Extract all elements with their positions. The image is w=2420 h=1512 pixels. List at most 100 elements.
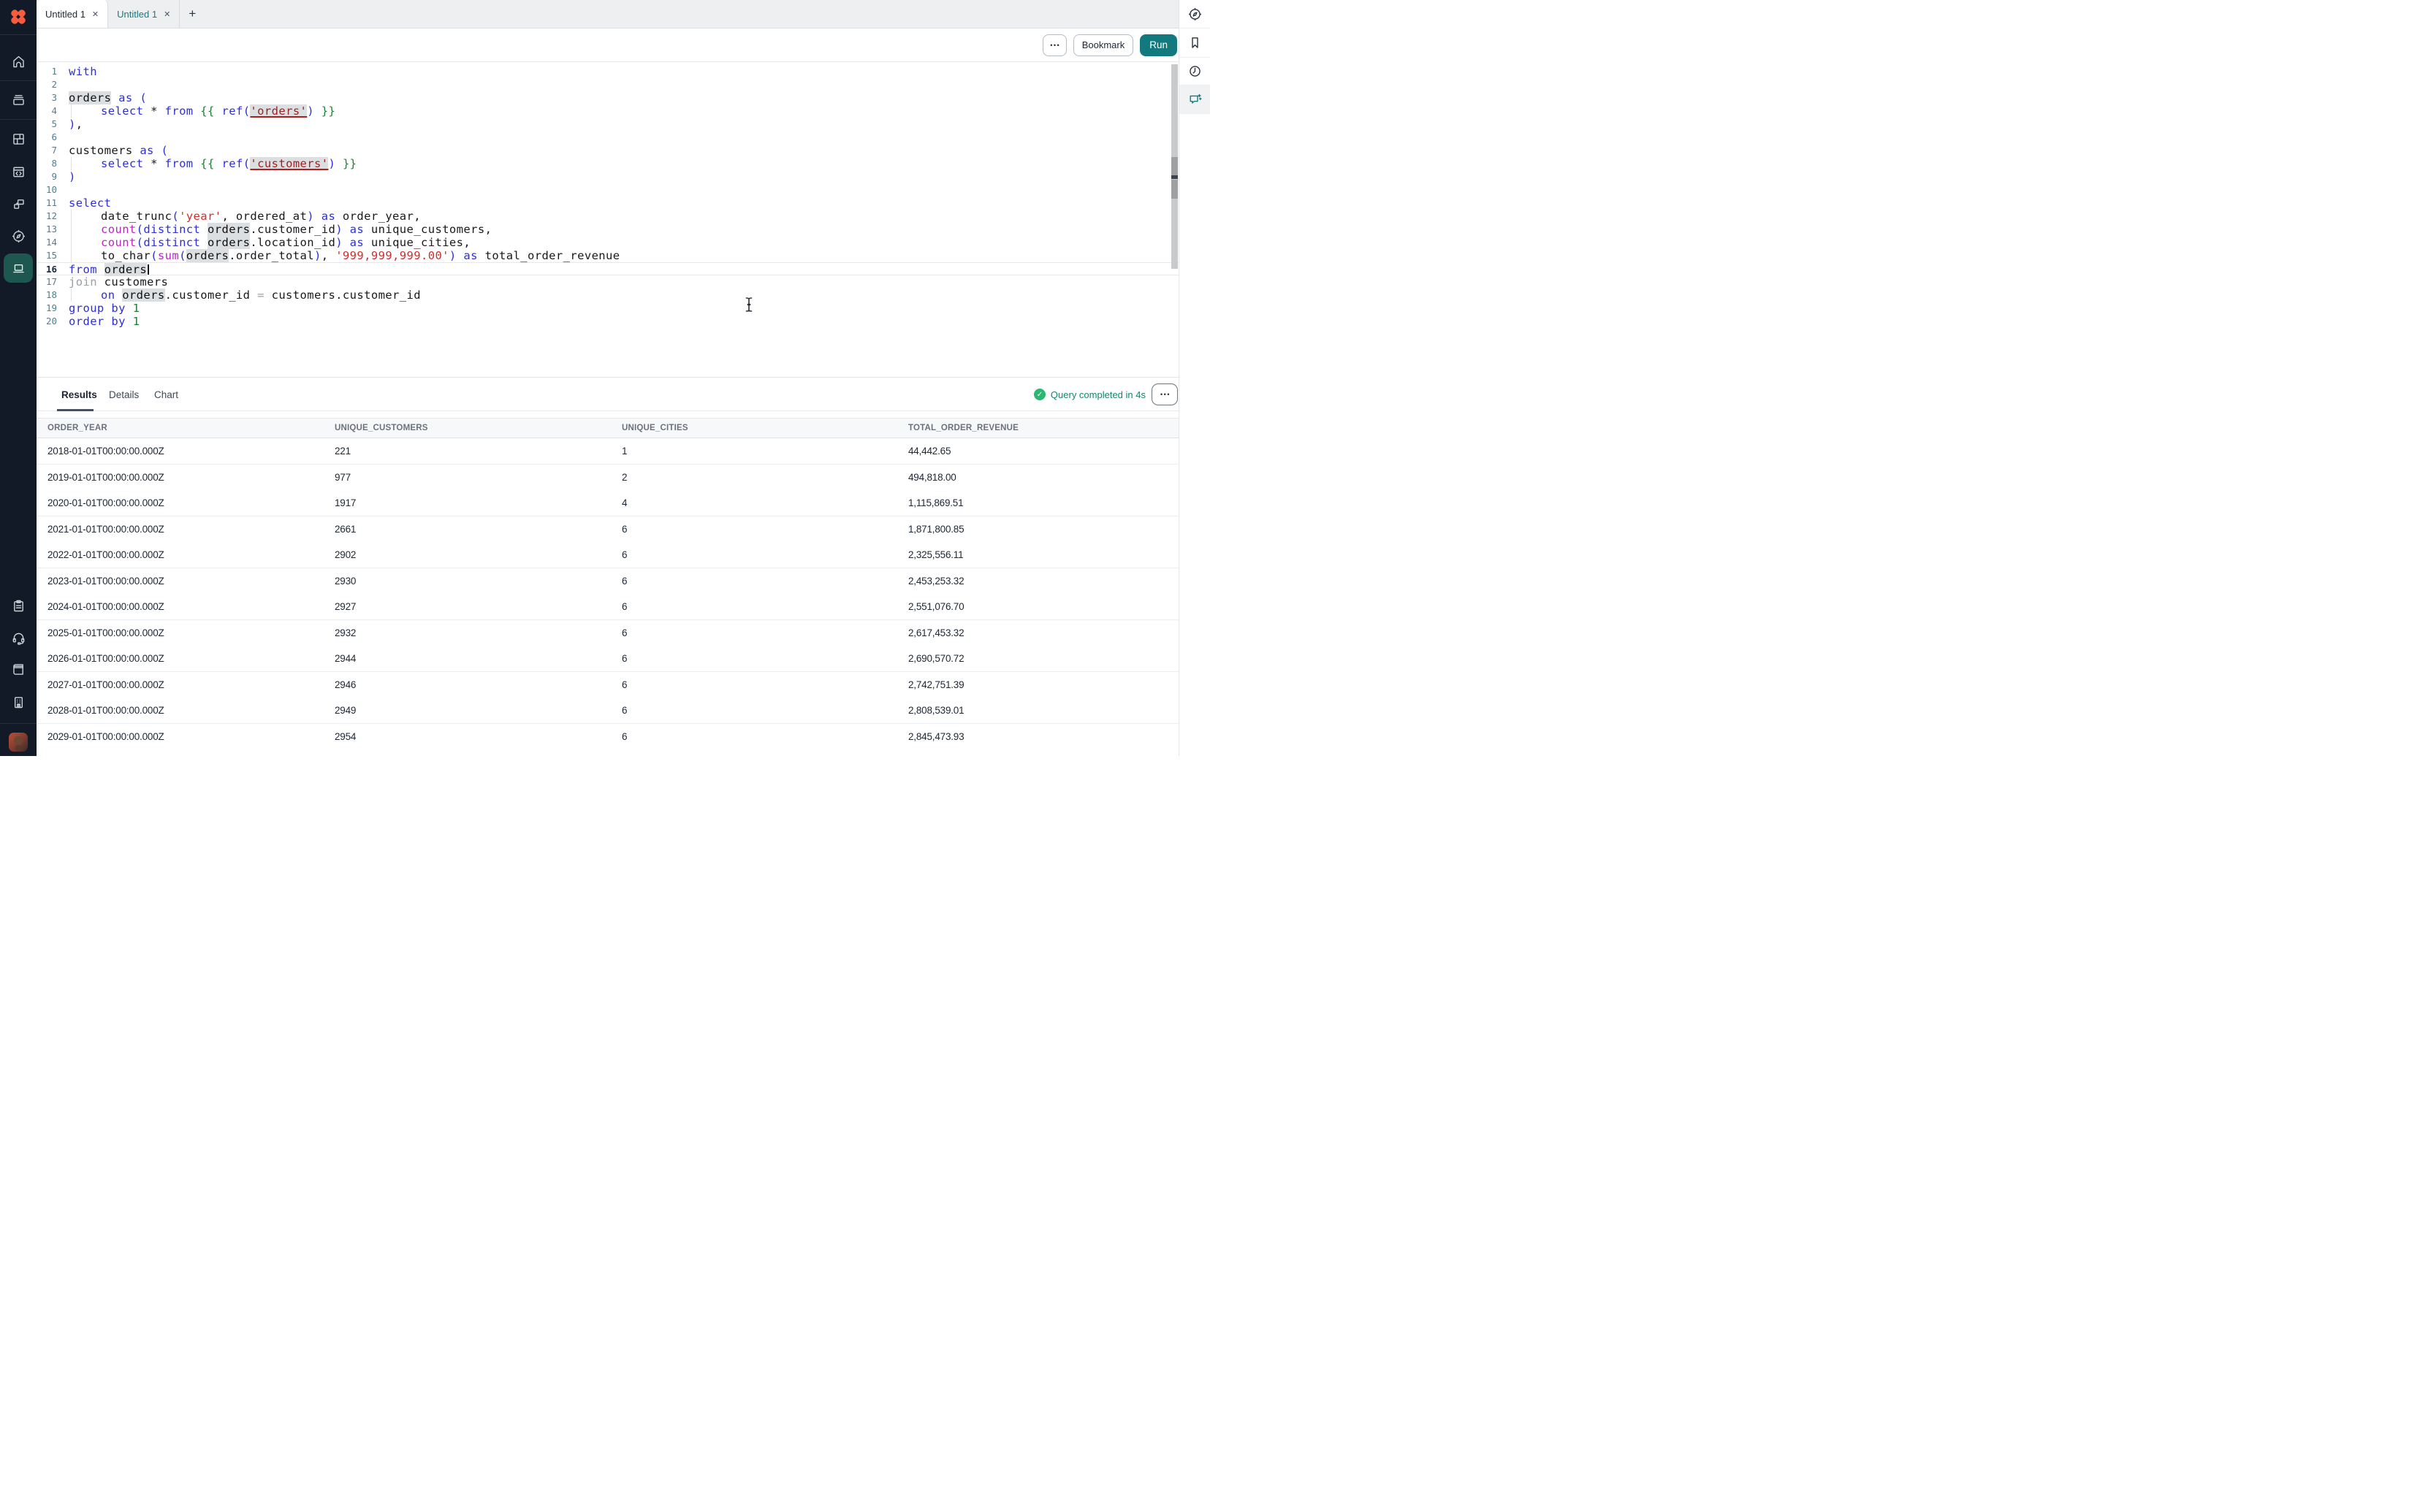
table-row[interactable]: 2026-01-01T00:00:00.000Z294462,690,570.7… [37,646,1179,672]
code-line-13[interactable]: 13count(distinct orders.customer_id) as … [37,223,1179,236]
code-line-6[interactable]: 6 [37,131,1179,144]
right-rail-history[interactable] [1179,58,1210,85]
line-number: 11 [37,196,63,210]
query-status: ✓ Query completed in 4s [1034,378,1146,411]
right-rail-bookmark[interactable] [1179,28,1210,58]
sidebar-item-book[interactable] [4,654,33,684]
code-line-9[interactable]: 9) [37,170,1179,183]
line-number: 16 [37,263,63,275]
line-number: 20 [37,315,63,328]
magic-chat-icon [1187,92,1203,107]
close-icon[interactable]: ✕ [92,9,99,19]
code-text: select [63,196,1179,210]
sidebar-item-grid[interactable] [4,124,33,153]
sidebar-item-code-window[interactable] [4,157,33,186]
table-cell: 2022-01-01T00:00:00.000Z [47,549,335,560]
code-line-20[interactable]: 20order by 1 [37,315,1179,328]
rail-divider [0,119,37,120]
column-header-order_year[interactable]: ORDER_YEAR [47,424,335,432]
run-button[interactable]: Run [1140,34,1177,56]
table-row[interactable]: 2021-01-01T00:00:00.000Z266161,871,800.8… [37,516,1179,543]
tab-chart[interactable]: Chart [154,378,178,411]
table-cell: 6 [622,679,908,690]
code-line-14[interactable]: 14count(distinct orders.location_id) as … [37,236,1179,249]
line-number: 1 [37,65,63,78]
code-line-8[interactable]: 8select * from {{ ref('customers') }} [37,157,1179,170]
sidebar-item-archive[interactable] [4,85,33,114]
scrollbar-thumb[interactable] [1171,180,1178,199]
close-icon[interactable]: ✕ [164,9,170,19]
code-line-3[interactable]: 3orders as ( [37,91,1179,104]
table-row[interactable]: 2025-01-01T00:00:00.000Z293262,617,453.3… [37,620,1179,646]
code-line-12[interactable]: 12date_trunc('year', ordered_at) as orde… [37,210,1179,223]
code-line-1[interactable]: 1with [37,65,1179,78]
code-line-19[interactable]: 19group by 1 [37,302,1179,315]
table-cell: 2 [622,472,908,483]
code-text: select * from {{ ref('customers') }} [63,157,1179,170]
table-row[interactable]: 2020-01-01T00:00:00.000Z191741,115,869.5… [37,490,1179,516]
line-number: 14 [37,236,63,249]
scrollbar-thumb[interactable] [1171,157,1178,175]
sidebar-item-laptop[interactable] [4,253,33,283]
table-cell: 6 [622,524,908,535]
code-line-7[interactable]: 7customers as ( [37,144,1179,157]
tab-untitled-2[interactable]: Untitled 1 ✕ [108,0,180,28]
table-row[interactable]: 2024-01-01T00:00:00.000Z292762,551,076.7… [37,594,1179,620]
column-header-unique_customers[interactable]: UNIQUE_CUSTOMERS [335,424,622,432]
tab-results[interactable]: Results [61,378,97,411]
code-text: with [63,65,1179,78]
sidebar-item-windows[interactable] [4,189,33,218]
results-more-button[interactable]: ••• [1152,383,1178,405]
table-row[interactable]: 2029-01-01T00:00:00.000Z295462,845,473.9… [37,724,1179,750]
code-line-11[interactable]: 11select [37,196,1179,210]
table-cell: 2021-01-01T00:00:00.000Z [47,524,335,535]
tab-details[interactable]: Details [109,378,139,411]
code-text: from orders [63,263,1179,275]
table-cell: 1,871,800.85 [908,524,1179,535]
bookmark-button[interactable]: Bookmark [1073,34,1134,56]
line-number: 13 [37,223,63,236]
column-header-unique_cities[interactable]: UNIQUE_CITIES [622,424,908,432]
table-cell: 4 [622,497,908,508]
sidebar-item-building[interactable] [4,687,33,717]
table-row[interactable]: 2023-01-01T00:00:00.000Z293062,453,253.3… [37,568,1179,595]
table-cell: 1917 [335,497,622,508]
table-row[interactable]: 2028-01-01T00:00:00.000Z294962,808,539.0… [37,698,1179,724]
code-line-18[interactable]: 18on orders.customer_id = customers.cust… [37,289,1179,302]
rail-divider [0,80,37,81]
code-line-2[interactable]: 2 [37,78,1179,91]
table-row[interactable]: 2027-01-01T00:00:00.000Z294662,742,751.3… [37,672,1179,698]
table-row[interactable]: 2022-01-01T00:00:00.000Z290262,325,556.1… [37,542,1179,568]
sidebar-item-headset[interactable] [4,623,33,652]
right-rail-magic-chat[interactable] [1179,85,1210,114]
app-window: Untitled 1 ✕ Untitled 1 ✕ + ••• Bookmark… [0,0,1210,756]
code-line-4[interactable]: 4select * from {{ ref('orders') }} [37,104,1179,118]
sidebar-item-compass[interactable] [4,221,33,251]
code-line-5[interactable]: 5), [37,118,1179,131]
table-row[interactable]: 2030-01-01T00:00:00.000Z287961,841,049.3… [37,749,1179,756]
code-window-icon [11,164,26,180]
table-cell: 2028-01-01T00:00:00.000Z [47,705,335,716]
code-text [63,183,1179,196]
tab-untitled-1[interactable]: Untitled 1 ✕ [37,0,108,28]
sql-editor[interactable]: 1with23orders as (4select * from {{ ref(… [37,62,1179,378]
code-line-17[interactable]: 17join customers [37,275,1179,289]
column-header-total_order_revenue[interactable]: TOTAL_ORDER_REVENUE [908,424,1179,432]
table-row[interactable]: 2019-01-01T00:00:00.000Z9772494,818.00 [37,465,1179,491]
user-avatar[interactable] [9,733,28,752]
code-line-15[interactable]: 15to_char(sum(orders.order_total), '999,… [37,249,1179,262]
right-rail-compass[interactable] [1179,0,1210,28]
sidebar-item-clipboard[interactable] [4,591,33,620]
code-text [63,78,1179,91]
code-text: ) [63,170,1179,183]
hex-logo[interactable] [7,6,29,28]
line-number: 9 [37,170,63,183]
more-options-button[interactable]: ••• [1043,34,1067,56]
new-tab-button[interactable]: + [180,0,205,28]
code-line-10[interactable]: 10 [37,183,1179,196]
sidebar-item-home[interactable] [4,47,33,76]
table-cell: 2,617,453.32 [908,627,1179,638]
code-line-16[interactable]: 16from orders [37,262,1179,275]
table-cell: 2,453,253.32 [908,576,1179,587]
table-row[interactable]: 2018-01-01T00:00:00.000Z221144,442.65 [37,438,1179,465]
